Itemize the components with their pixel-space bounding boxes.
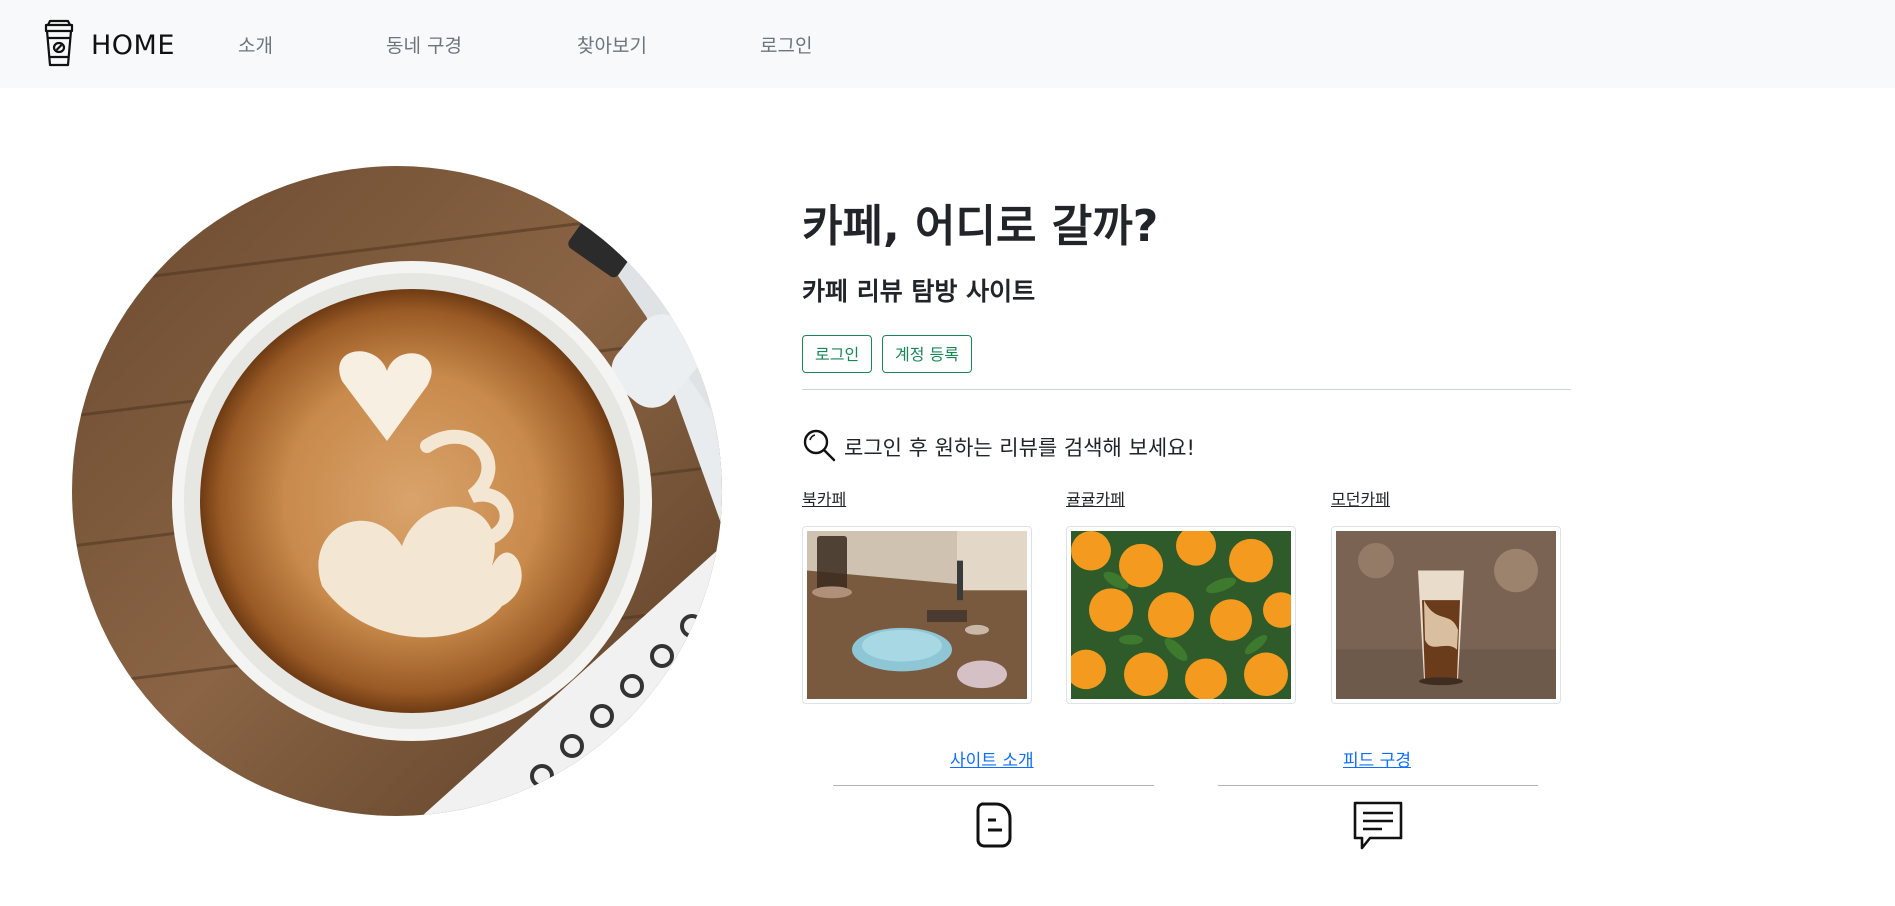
tangerines-image[interactable] bbox=[1066, 526, 1296, 704]
cafe-link-modern-cafe[interactable]: 모던카페 bbox=[1331, 486, 1390, 510]
intro-divider bbox=[833, 785, 1154, 786]
login-button[interactable]: 로그인 bbox=[802, 335, 873, 373]
divider bbox=[802, 389, 1571, 390]
site-intro-link[interactable]: 사이트 소개 bbox=[950, 746, 1034, 771]
iced-latte-image[interactable] bbox=[1331, 526, 1561, 704]
document-icon[interactable] bbox=[974, 800, 1014, 854]
brand-label: HOME bbox=[91, 29, 175, 61]
cafe-link-book-cafe[interactable]: 북카페 bbox=[802, 486, 846, 510]
search-hint-row: 로그인 후 원하는 리뷰를 검색해 보세요! bbox=[802, 428, 1195, 466]
nav-link-neighborhood[interactable]: 동네 구경 bbox=[386, 31, 462, 58]
chat-bubble-icon[interactable] bbox=[1352, 800, 1404, 856]
book-cafe-table-image[interactable] bbox=[802, 526, 1032, 704]
page-title: 카페, 어디로 갈까? bbox=[802, 201, 1159, 252]
brand-home-link[interactable]: HOME bbox=[42, 19, 175, 71]
cafe-link-gyul-cafe[interactable]: 귤귤카페 bbox=[1066, 486, 1125, 510]
register-button[interactable]: 계정 등록 bbox=[882, 335, 972, 373]
feed-link[interactable]: 피드 구경 bbox=[1343, 746, 1411, 771]
nav-link-about[interactable]: 소개 bbox=[238, 31, 273, 58]
page-subtitle: 카페 리뷰 탐방 사이트 bbox=[802, 277, 1036, 306]
search-icon bbox=[802, 428, 836, 466]
search-hint-text: 로그인 후 원하는 리뷰를 검색해 보세요! bbox=[844, 436, 1195, 460]
coffee-cup-icon bbox=[42, 19, 76, 71]
nav-link-browse[interactable]: 찾아보기 bbox=[577, 31, 647, 58]
hero-coffee-image bbox=[72, 166, 722, 816]
feed-divider bbox=[1218, 785, 1538, 786]
navbar: HOME 소개 동네 구경 찾아보기 로그인 bbox=[0, 0, 1895, 88]
nav-link-login[interactable]: 로그인 bbox=[760, 31, 812, 58]
